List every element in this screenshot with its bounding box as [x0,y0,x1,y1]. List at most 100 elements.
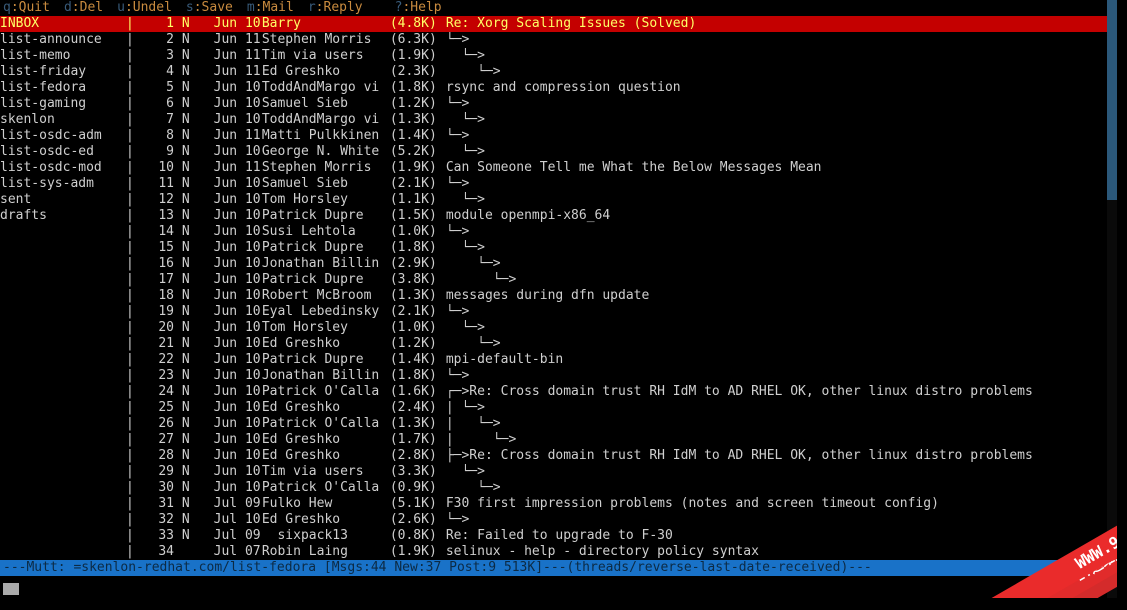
message-size: (1.0K) [382,224,438,240]
message-date: Jun 11 [198,160,254,176]
message-row[interactable]: | 33 N Jul 09 sixpack13 (0.8K) Re: Faile… [0,528,1117,544]
message-row[interactable]: list-gaming | 6 N Jun 10 Samuel Sieb (1.… [0,96,1117,112]
message-row[interactable]: drafts | 13 N Jun 10 Patrick Dupre (1.5K… [0,208,1117,224]
message-row[interactable]: | 30 N Jun 10 Patrick O'Calla (0.9K) └─> [0,480,1117,496]
message-row[interactable]: | 14 N Jun 10 Susi Lehtola (1.0K) └─> [0,224,1117,240]
message-row[interactable]: skenlon | 7 N Jun 10 ToddAndMargo vi (1.… [0,112,1117,128]
message-row[interactable]: list-memo | 3 N Jun 11 Tim via users (1.… [0,48,1117,64]
folder-name[interactable] [0,480,126,496]
message-size: (5.1K) [382,496,438,512]
folder-name[interactable] [0,384,126,400]
folder-name[interactable] [0,320,126,336]
separator: | [126,16,142,32]
message-subject: └─> [438,64,1117,80]
message-row[interactable]: | 26 N Jun 10 Patrick O'Calla (1.3K) | └… [0,416,1117,432]
folder-name[interactable] [0,416,126,432]
folder-name[interactable]: list-fedora [0,80,126,96]
message-row[interactable]: list-osdc-ed | 9 N Jun 10 George N. Whit… [0,144,1117,160]
folder-name[interactable] [0,240,126,256]
message-row[interactable]: | 34 Jul 07 Robin Laing (1.9K) selinux -… [0,544,1117,560]
message-row[interactable]: | 25 N Jun 10 Ed Greshko (2.4K) | └─> [0,400,1117,416]
message-size: (1.5K) [382,208,438,224]
message-subject: mpi-default-bin [438,352,1117,368]
message-number: 32 [142,512,174,528]
folder-name[interactable]: list-osdc-ed [0,144,126,160]
folder-name[interactable] [0,272,126,288]
message-row[interactable]: list-osdc-adm | 8 N Jun 11 Matti Pulkkin… [0,128,1117,144]
message-row[interactable]: list-fedora | 5 N Jun 10 ToddAndMargo vi… [0,80,1117,96]
folder-name[interactable] [0,464,126,480]
folder-name[interactable] [0,448,126,464]
message-row[interactable]: | 21 N Jun 10 Ed Greshko (1.2K) └─> [0,336,1117,352]
menu-item-?[interactable]: ?:Help [395,0,442,16]
folder-name[interactable] [0,368,126,384]
separator: | [126,416,142,432]
message-row[interactable]: | 24 N Jun 10 Patrick O'Calla (1.6K) ┌─>… [0,384,1117,400]
message-row[interactable]: | 19 N Jun 10 Eyal Lebedinsky (2.1K) └─> [0,304,1117,320]
message-from: Ed Greshko [254,336,382,352]
message-from: Patrick Dupre [254,352,382,368]
scrollbar[interactable] [1107,0,1117,598]
folder-name[interactable]: list-friday [0,64,126,80]
message-row[interactable]: | 32 N Jul 10 Ed Greshko (2.6K) └─> [0,512,1117,528]
folder-name[interactable] [0,400,126,416]
message-row[interactable]: list-announce | 2 N Jun 11 Stephen Morri… [0,32,1117,48]
menu-item-r[interactable]: r:Reply [308,0,363,16]
message-list[interactable]: INBOX | 1 N Jun 10 Barry (4.8K) Re: Xorg… [0,16,1117,560]
folder-name[interactable]: list-memo [0,48,126,64]
command-prompt[interactable] [3,583,19,595]
message-row[interactable]: list-friday | 4 N Jun 11 Ed Greshko (2.3… [0,64,1117,80]
folder-name[interactable] [0,336,126,352]
folder-name[interactable]: list-gaming [0,96,126,112]
folder-name[interactable]: INBOX [0,16,126,32]
message-row[interactable]: | 23 N Jun 10 Jonathan Billin (1.8K) └─> [0,368,1117,384]
message-row[interactable]: | 20 N Jun 10 Tom Horsley (1.0K) └─> [0,320,1117,336]
message-row[interactable]: | 31 N Jul 09 Fulko Hew (5.1K) F30 first… [0,496,1117,512]
menu-item-s[interactable]: s:Save [186,0,233,16]
message-row[interactable]: | 27 N Jun 10 Ed Greshko (1.7K) | └─> [0,432,1117,448]
message-flag: N [174,496,198,512]
folder-name[interactable] [0,288,126,304]
message-row[interactable]: INBOX | 1 N Jun 10 Barry (4.8K) Re: Xorg… [0,16,1117,32]
message-flag: N [174,240,198,256]
message-size: (1.1K) [382,192,438,208]
separator: | [126,352,142,368]
message-row[interactable]: | 17 N Jun 10 Patrick Dupre (3.8K) └─> [0,272,1117,288]
message-row[interactable]: list-osdc-mod | 10 N Jun 11 Stephen Morr… [0,160,1117,176]
scrollbar-thumb[interactable] [1107,0,1117,200]
message-row[interactable]: | 16 N Jun 10 Jonathan Billin (2.9K) └─> [0,256,1117,272]
folder-name[interactable] [0,496,126,512]
menu-item-d[interactable]: d:Del [64,0,103,16]
folder-name[interactable]: list-sys-adm [0,176,126,192]
separator: | [126,512,142,528]
message-row[interactable]: | 22 N Jun 10 Patrick Dupre (1.4K) mpi-d… [0,352,1117,368]
message-subject: | └─> [438,400,1117,416]
message-subject: | └─> [438,416,1117,432]
menu-item-m[interactable]: m:Mail [247,0,294,16]
folder-name[interactable]: list-osdc-adm [0,128,126,144]
message-row[interactable]: | 28 N Jun 10 Ed Greshko (2.8K) ├─>Re: C… [0,448,1117,464]
status-bar: ---Mutt: =skenlon-redhat.com/list-fedora… [0,560,1117,576]
folder-name[interactable] [0,544,126,560]
message-row[interactable]: list-sys-adm | 11 N Jun 10 Samuel Sieb (… [0,176,1117,192]
message-size: (1.3K) [382,416,438,432]
folder-name[interactable] [0,304,126,320]
message-row[interactable]: | 29 N Jun 10 Tim via users (3.3K) └─> [0,464,1117,480]
message-row[interactable]: | 15 N Jun 10 Patrick Dupre (1.8K) └─> [0,240,1117,256]
message-row[interactable]: | 18 N Jun 10 Robert McBroom (1.3K) mess… [0,288,1117,304]
folder-name[interactable]: list-osdc-mod [0,160,126,176]
folder-name[interactable]: list-announce [0,32,126,48]
folder-name[interactable] [0,224,126,240]
folder-name[interactable] [0,352,126,368]
folder-name[interactable]: skenlon [0,112,126,128]
folder-name[interactable] [0,256,126,272]
menu-item-q[interactable]: q:Quit [3,0,50,16]
folder-name[interactable]: drafts [0,208,126,224]
message-number: 5 [142,80,174,96]
folder-name[interactable] [0,528,126,544]
message-row[interactable]: sent | 12 N Jun 10 Tom Horsley (1.1K) └─… [0,192,1117,208]
folder-name[interactable] [0,512,126,528]
folder-name[interactable] [0,432,126,448]
folder-name[interactable]: sent [0,192,126,208]
menu-item-u[interactable]: u:Undel [117,0,172,16]
